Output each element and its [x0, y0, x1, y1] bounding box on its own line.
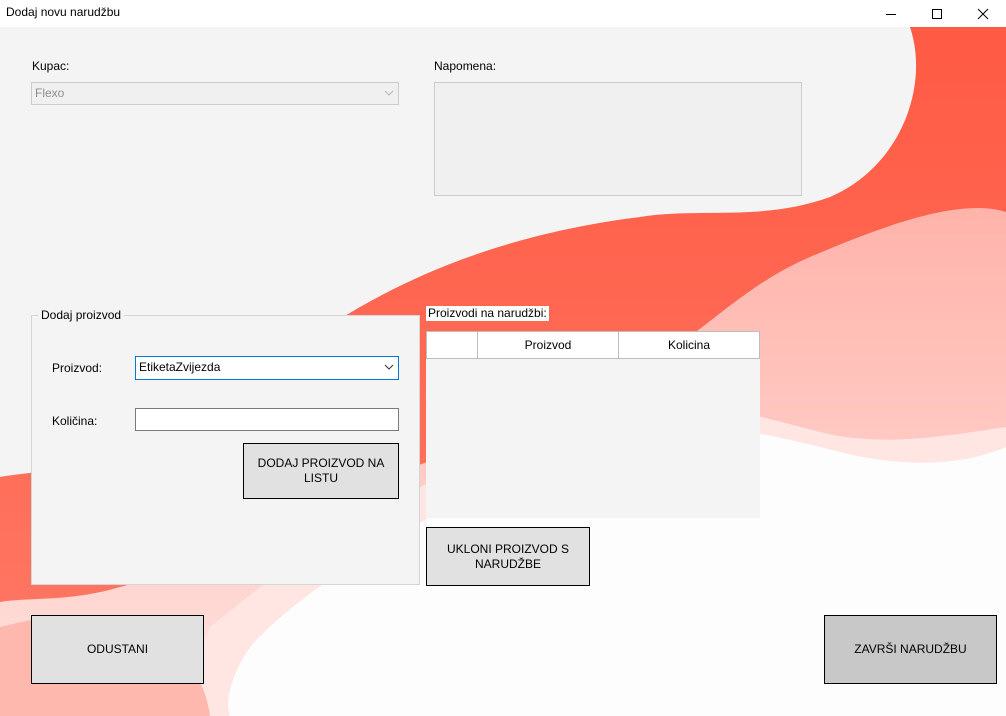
quantity-input[interactable] — [135, 408, 399, 431]
add-product-button[interactable]: DODAJ PROIZVOD NA LISTU — [243, 443, 399, 499]
finish-order-button[interactable]: ZAVRŠI NARUDŽBU — [824, 615, 997, 684]
form-client-area: Kupac: Flexo Napomena: Dodaj proizvod Pr… — [0, 27, 1006, 716]
grid-column-proizvod[interactable]: Proizvod — [478, 332, 619, 358]
order-grid-body[interactable] — [426, 359, 760, 518]
title-bar: Dodaj novu narudžbu — [0, 0, 1006, 27]
cancel-button[interactable]: ODUSTANI — [31, 615, 204, 684]
window-title: Dodaj novu narudžbu — [6, 5, 121, 19]
customer-value: Flexo — [35, 86, 65, 100]
chevron-down-icon — [384, 364, 394, 370]
minimize-icon — [886, 13, 896, 15]
product-combobox[interactable]: EtiketaZvijezda — [135, 356, 399, 380]
minimize-button[interactable] — [868, 0, 914, 27]
customer-combobox[interactable]: Flexo — [31, 82, 399, 105]
close-button[interactable] — [960, 0, 1006, 27]
product-label: Proizvod: — [52, 361, 103, 375]
chevron-down-icon — [384, 90, 394, 96]
order-list-label: Proizvodi na narudžbi: — [426, 306, 549, 321]
note-label: Napomena: — [434, 59, 497, 73]
remove-product-button[interactable]: UKLONI PROIZVOD S NARUDŽBE — [426, 527, 590, 586]
finish-order-button-label: ZAVRŠI NARUDŽBU — [854, 642, 967, 656]
maximize-button[interactable] — [914, 0, 960, 27]
quantity-label: Količina: — [52, 414, 98, 428]
product-value: EtiketaZvijezda — [139, 360, 221, 374]
grid-row-header-cell[interactable] — [427, 332, 478, 358]
note-textarea[interactable] — [434, 82, 802, 196]
add-product-groupbox: Dodaj proizvod Proizvod: EtiketaZvijezda… — [31, 308, 420, 585]
grid-column-kolicina[interactable]: Kolicina — [619, 332, 759, 358]
maximize-icon — [932, 8, 942, 19]
add-product-button-label: DODAJ PROIZVOD NA LISTU — [257, 456, 385, 485]
cancel-button-label: ODUSTANI — [86, 642, 149, 656]
remove-product-button-label: UKLONI PROIZVOD S NARUDŽBE — [446, 541, 570, 571]
order-grid-header: Proizvod Kolicina — [426, 331, 760, 359]
add-product-group-title: Dodaj proizvod — [38, 308, 125, 322]
close-icon — [977, 8, 989, 19]
customer-label: Kupac: — [32, 59, 70, 73]
